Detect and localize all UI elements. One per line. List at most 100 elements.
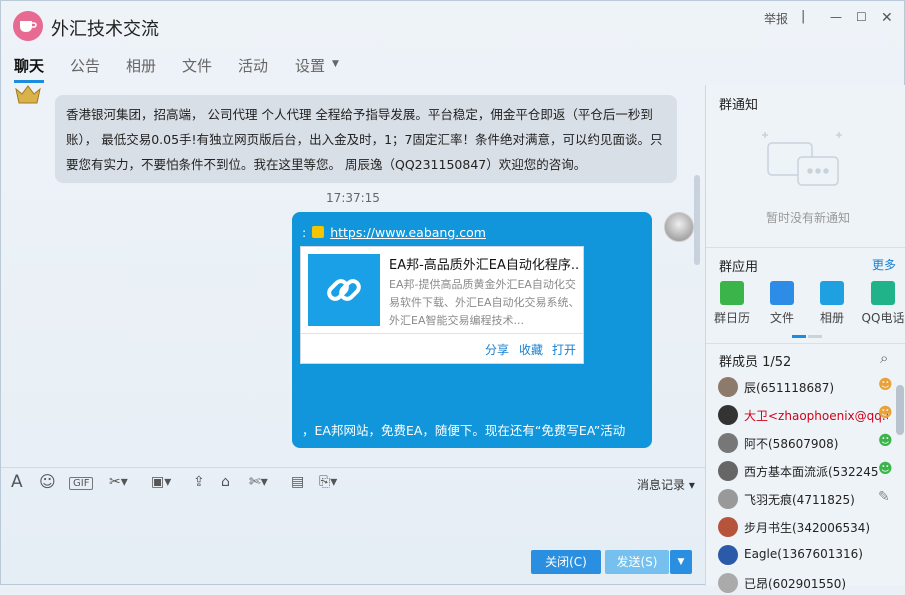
member-name: 飞羽无痕(4711825) — [744, 493, 855, 507]
sender-avatar[interactable] — [15, 85, 41, 107]
phone-icon — [871, 281, 895, 305]
calendar-icon — [720, 281, 744, 305]
avatar — [718, 405, 738, 425]
avatar — [718, 461, 738, 481]
message-input[interactable] — [1, 499, 705, 547]
gif-icon[interactable]: GIF — [69, 477, 94, 490]
member-name: 阿不(58607908) — [744, 437, 839, 451]
empty-notice-illustration-icon — [762, 132, 842, 186]
report-link[interactable]: 举报 — [764, 10, 788, 27]
tab-settings[interactable]: 设置 — [295, 55, 325, 76]
app-album-label: 相册 — [819, 311, 844, 325]
close-button[interactable]: 关闭(C) — [531, 550, 601, 574]
chain-link-icon — [327, 279, 361, 301]
apps-page-indicator — [792, 335, 806, 338]
avatar — [718, 545, 738, 565]
font-icon[interactable]: A — [11, 472, 23, 492]
link-prefix: : — [302, 225, 307, 240]
member-item[interactable]: 飞羽无痕(4711825) — [718, 487, 888, 511]
clipboard-icon[interactable]: ▤ — [291, 474, 304, 490]
members-title: 群成员 1/52 — [719, 355, 792, 370]
member-search-icon[interactable]: ⌕ — [880, 349, 888, 367]
crown-icon — [15, 85, 41, 104]
app-album[interactable]: 相册 — [810, 281, 854, 326]
folder-icon — [770, 281, 794, 305]
divider-icon: | — [801, 9, 806, 24]
link-thumbnail — [308, 254, 380, 326]
member-item[interactable]: 已昂(602901550) — [718, 571, 888, 595]
edit-pencil-icon[interactable]: ✎ — [878, 489, 890, 505]
group-avatar[interactable] — [13, 11, 43, 41]
app-files[interactable]: 文件 — [760, 281, 804, 326]
scissors-icon[interactable]: ✄▾ — [249, 474, 268, 490]
link-preview-card[interactable]: EA邦-高品质外汇EA自动化程序... EA邦-提供高品质黄金外汇EA自动化交易… — [300, 246, 584, 364]
cup-icon — [20, 21, 37, 32]
message-tail-text: ，EA邦网站，免费EA，随便下。现在还有“免费写EA”活动 — [302, 423, 626, 438]
card-title: EA邦-高品质外汇EA自动化程序... — [389, 258, 579, 273]
send-options-chevron-icon[interactable]: ▼ — [670, 550, 692, 574]
app-files-label: 文件 — [769, 311, 794, 325]
message-timestamp: 17:37:15 — [326, 191, 380, 205]
title-bar: 外汇技术交流 举报 | — ☐ ✕ — [1, 1, 905, 49]
owner-person-icon: ☻ — [878, 377, 893, 393]
tab-files[interactable]: 文件 — [182, 55, 212, 76]
card-share-button[interactable]: 分享 — [485, 341, 509, 358]
member-item[interactable]: 西方基本面流派(532245 — [718, 459, 888, 483]
member-name: 西方基本面流派(532245 — [744, 465, 879, 479]
emoji-icon[interactable]: ☺ — [39, 472, 56, 491]
section-divider — [706, 247, 905, 248]
member-name: 大卫<zhaophoenix@qq.co — [744, 409, 888, 423]
photo-icon — [820, 281, 844, 305]
tab-announcement[interactable]: 公告 — [70, 55, 100, 76]
member-name: Eagle(1367601316) — [744, 547, 863, 561]
minimize-icon[interactable]: — — [830, 10, 842, 24]
history-link[interactable]: 消息记录 ▾ — [637, 476, 695, 493]
chat-scrollbar[interactable] — [694, 175, 700, 265]
avatar — [718, 489, 738, 509]
maximize-icon[interactable]: ☐ — [856, 10, 867, 24]
screenshot-icon[interactable]: ✂▾ — [109, 474, 128, 490]
member-item[interactable]: 阿不(58607908) — [718, 431, 888, 455]
card-description: EA邦-提供高品质黄金外汇EA自动化交易软件下载、外汇EA自动化交易系统、外汇E… — [389, 278, 580, 327]
app-calendar[interactable]: 群日历 — [710, 281, 754, 326]
message-bubble-received: 香港银河集团，招高端， 公司代理 个人代理 全程给予指导发展。平台稳定，佣金平仓… — [55, 95, 677, 183]
chevron-down-icon[interactable]: ▼ — [332, 59, 339, 69]
card-open-button[interactable]: 打开 — [552, 341, 576, 358]
card-favorite-button[interactable]: 收藏 — [519, 341, 543, 358]
section-divider-2 — [706, 343, 905, 344]
gift-icon[interactable]: ⌂ — [221, 474, 230, 490]
remote-icon[interactable]: ⎘▾ — [319, 474, 337, 490]
message-bubble-sent: : https://www.eabang.com EA邦-高品质外汇EA自动化程… — [292, 212, 652, 448]
tab-chat[interactable]: 聊天 — [14, 55, 45, 83]
member-item[interactable]: 辰(651118687) — [718, 375, 888, 399]
tab-activity[interactable]: 活动 — [238, 55, 268, 76]
send-button[interactable]: 发送(S) — [605, 550, 669, 574]
app-calendar-label: 群日历 — [713, 311, 750, 325]
admin-person-icon: ☻ — [878, 405, 893, 421]
image-icon[interactable]: ▣▾ — [151, 474, 171, 490]
avatar — [718, 433, 738, 453]
message-link-line: : https://www.eabang.com — [302, 225, 486, 240]
member-name: 已昂(602901550) — [744, 577, 847, 591]
card-actions: 分享 收藏 打开 — [301, 333, 583, 363]
shield-icon — [312, 226, 325, 238]
qq-group-window: 外汇技术交流 举报 | — ☐ ✕ 聊天 公告 相册 文件 活动 设置 ▼ 香港… — [0, 0, 905, 593]
tab-bar: 聊天 公告 相册 文件 活动 设置 ▼ — [1, 51, 905, 85]
avatar — [718, 517, 738, 537]
tab-album[interactable]: 相册 — [126, 55, 156, 76]
close-icon[interactable]: ✕ — [881, 10, 893, 26]
member-scrollbar[interactable] — [896, 385, 904, 435]
member-item[interactable]: 大卫<zhaophoenix@qq.co — [718, 403, 888, 427]
apps-page-indicator-2[interactable] — [808, 335, 822, 338]
member-item[interactable]: 步月书生(342006534) — [718, 515, 888, 539]
chat-area: 香港银河集团，招高端， 公司代理 个人代理 全程给予指导发展。平台稳定，佣金平仓… — [1, 85, 705, 465]
notice-title: 群通知 — [719, 98, 759, 113]
self-avatar[interactable] — [664, 212, 694, 242]
upload-icon[interactable]: ⇪ — [193, 474, 205, 490]
member-item[interactable]: Eagle(1367601316) — [718, 543, 888, 567]
app-qq-call[interactable]: QQ电话 — [858, 281, 905, 326]
avatar — [718, 573, 738, 593]
apps-more-link[interactable]: 更多 — [872, 256, 896, 273]
message-link[interactable]: https://www.eabang.com — [330, 225, 486, 240]
avatar — [718, 377, 738, 397]
